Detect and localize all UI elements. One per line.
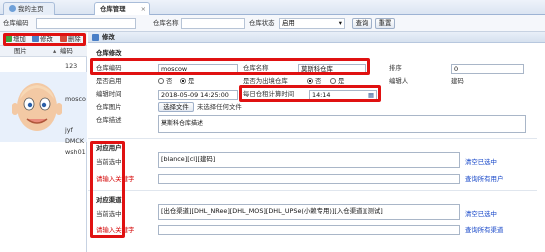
outbound-yes-label: 是: [338, 77, 345, 85]
radio-icon: [330, 78, 336, 84]
enabled-no-label: 否: [166, 77, 173, 85]
sort-input[interactable]: 0: [451, 64, 524, 74]
enabled-label: 是否启用: [96, 77, 122, 85]
image-label: 仓库图片: [96, 103, 122, 111]
code-search-input[interactable]: [36, 18, 136, 29]
sections-highlight: [90, 141, 125, 238]
enabled-yes-radio[interactable]: 是: [180, 76, 194, 86]
enabled-no-radio[interactable]: 否: [158, 76, 172, 86]
choose-file-button[interactable]: 选择文件: [158, 102, 194, 112]
sort-label: 排序: [389, 64, 402, 72]
warehouse-image: [12, 83, 62, 131]
sort-icon: ▴: [53, 47, 57, 55]
panel-title: 修改: [102, 33, 115, 41]
status-select[interactable]: 启用 ▾: [279, 18, 345, 29]
tab-home-label: 我的主页: [18, 5, 44, 13]
home-icon: [9, 5, 16, 12]
toolbar-highlight: [3, 33, 86, 46]
no-file-text: 未选择任何文件: [197, 103, 242, 111]
name-search-label: 仓库名称: [153, 19, 179, 27]
outbound-no-label: 否: [315, 77, 322, 85]
chevron-down-icon: ▾: [338, 19, 342, 27]
divider: [88, 190, 537, 191]
enabled-yes-label: 是: [188, 77, 195, 85]
column-image: 图片: [14, 47, 27, 55]
name-search-input[interactable]: [181, 18, 245, 29]
list-item[interactable]: wsh01: [65, 147, 86, 157]
edit-form: 仓库修改 仓库编码 moscow 仓库名称 莫斯科仓库 排序 0 是否启用 否 …: [88, 43, 545, 252]
desc-label: 仓库描述: [96, 116, 122, 124]
list-item[interactable]: DMCK: [65, 136, 84, 146]
list-item[interactable]: 123: [65, 61, 77, 71]
edit-time-label: 编辑时间: [96, 90, 122, 98]
edit-panel-header: 修改: [88, 32, 545, 43]
desc-textarea[interactable]: 莫斯科仓库描述: [158, 115, 526, 133]
list-header: 图片 编码 ▴: [0, 46, 87, 57]
users-query-all-link[interactable]: 查询所有用户: [465, 174, 503, 184]
code-name-highlight: [90, 58, 370, 75]
status-search-label: 仓库状态: [249, 19, 275, 27]
users-selected-box[interactable]: [blance][cl][建码]: [158, 152, 460, 168]
channels-selected-box[interactable]: [出仓渠道][DHL_NRee][DHL_MOS][DHL_UPSe(小赖专用)…: [158, 204, 460, 220]
code-search-label: 仓库编码: [3, 19, 29, 27]
tab-warehouse[interactable]: 仓库管理 ×: [94, 2, 150, 15]
editor-label: 编辑人: [389, 77, 409, 85]
query-button[interactable]: 查询: [352, 18, 372, 29]
panel-icon: [92, 34, 99, 41]
warehouse-list-pane: 增加 修改 删除 图片 编码 ▴ 123 mosco jyf DMCK wsh0…: [0, 32, 87, 252]
daily-calc-highlight: [239, 85, 381, 102]
users-keyword-input[interactable]: [158, 174, 460, 184]
form-section-title: 仓库修改: [96, 49, 122, 57]
channels-query-all-link[interactable]: 查询所有渠道: [465, 225, 503, 235]
column-code: 编码: [60, 47, 73, 55]
channels-keyword-input[interactable]: [158, 225, 460, 235]
tab-home[interactable]: 我的主页: [3, 2, 55, 15]
editor-value: 建码: [451, 77, 464, 85]
search-bar: 仓库编码 仓库名称 仓库状态 启用 ▾ 查询 重置: [0, 15, 545, 32]
users-clear-link[interactable]: 清空已选中: [465, 157, 497, 167]
list-item-label: mosco: [65, 95, 86, 103]
radio-icon: [158, 78, 164, 84]
divider: [88, 138, 537, 139]
tab-warehouse-label: 仓库管理: [100, 5, 126, 13]
reset-button[interactable]: 重置: [375, 18, 395, 29]
list-item[interactable]: jyf: [65, 125, 73, 135]
edit-time-input[interactable]: 2018-05-09 14:25:00: [158, 90, 238, 100]
tab-bar: 我的主页 仓库管理 ×: [0, 0, 545, 15]
radio-checked-icon: [180, 78, 186, 84]
channels-clear-link[interactable]: 清空已选中: [465, 209, 497, 219]
close-icon[interactable]: ×: [141, 3, 146, 15]
status-select-value: 启用: [282, 19, 295, 27]
radio-checked-icon: [307, 78, 313, 84]
